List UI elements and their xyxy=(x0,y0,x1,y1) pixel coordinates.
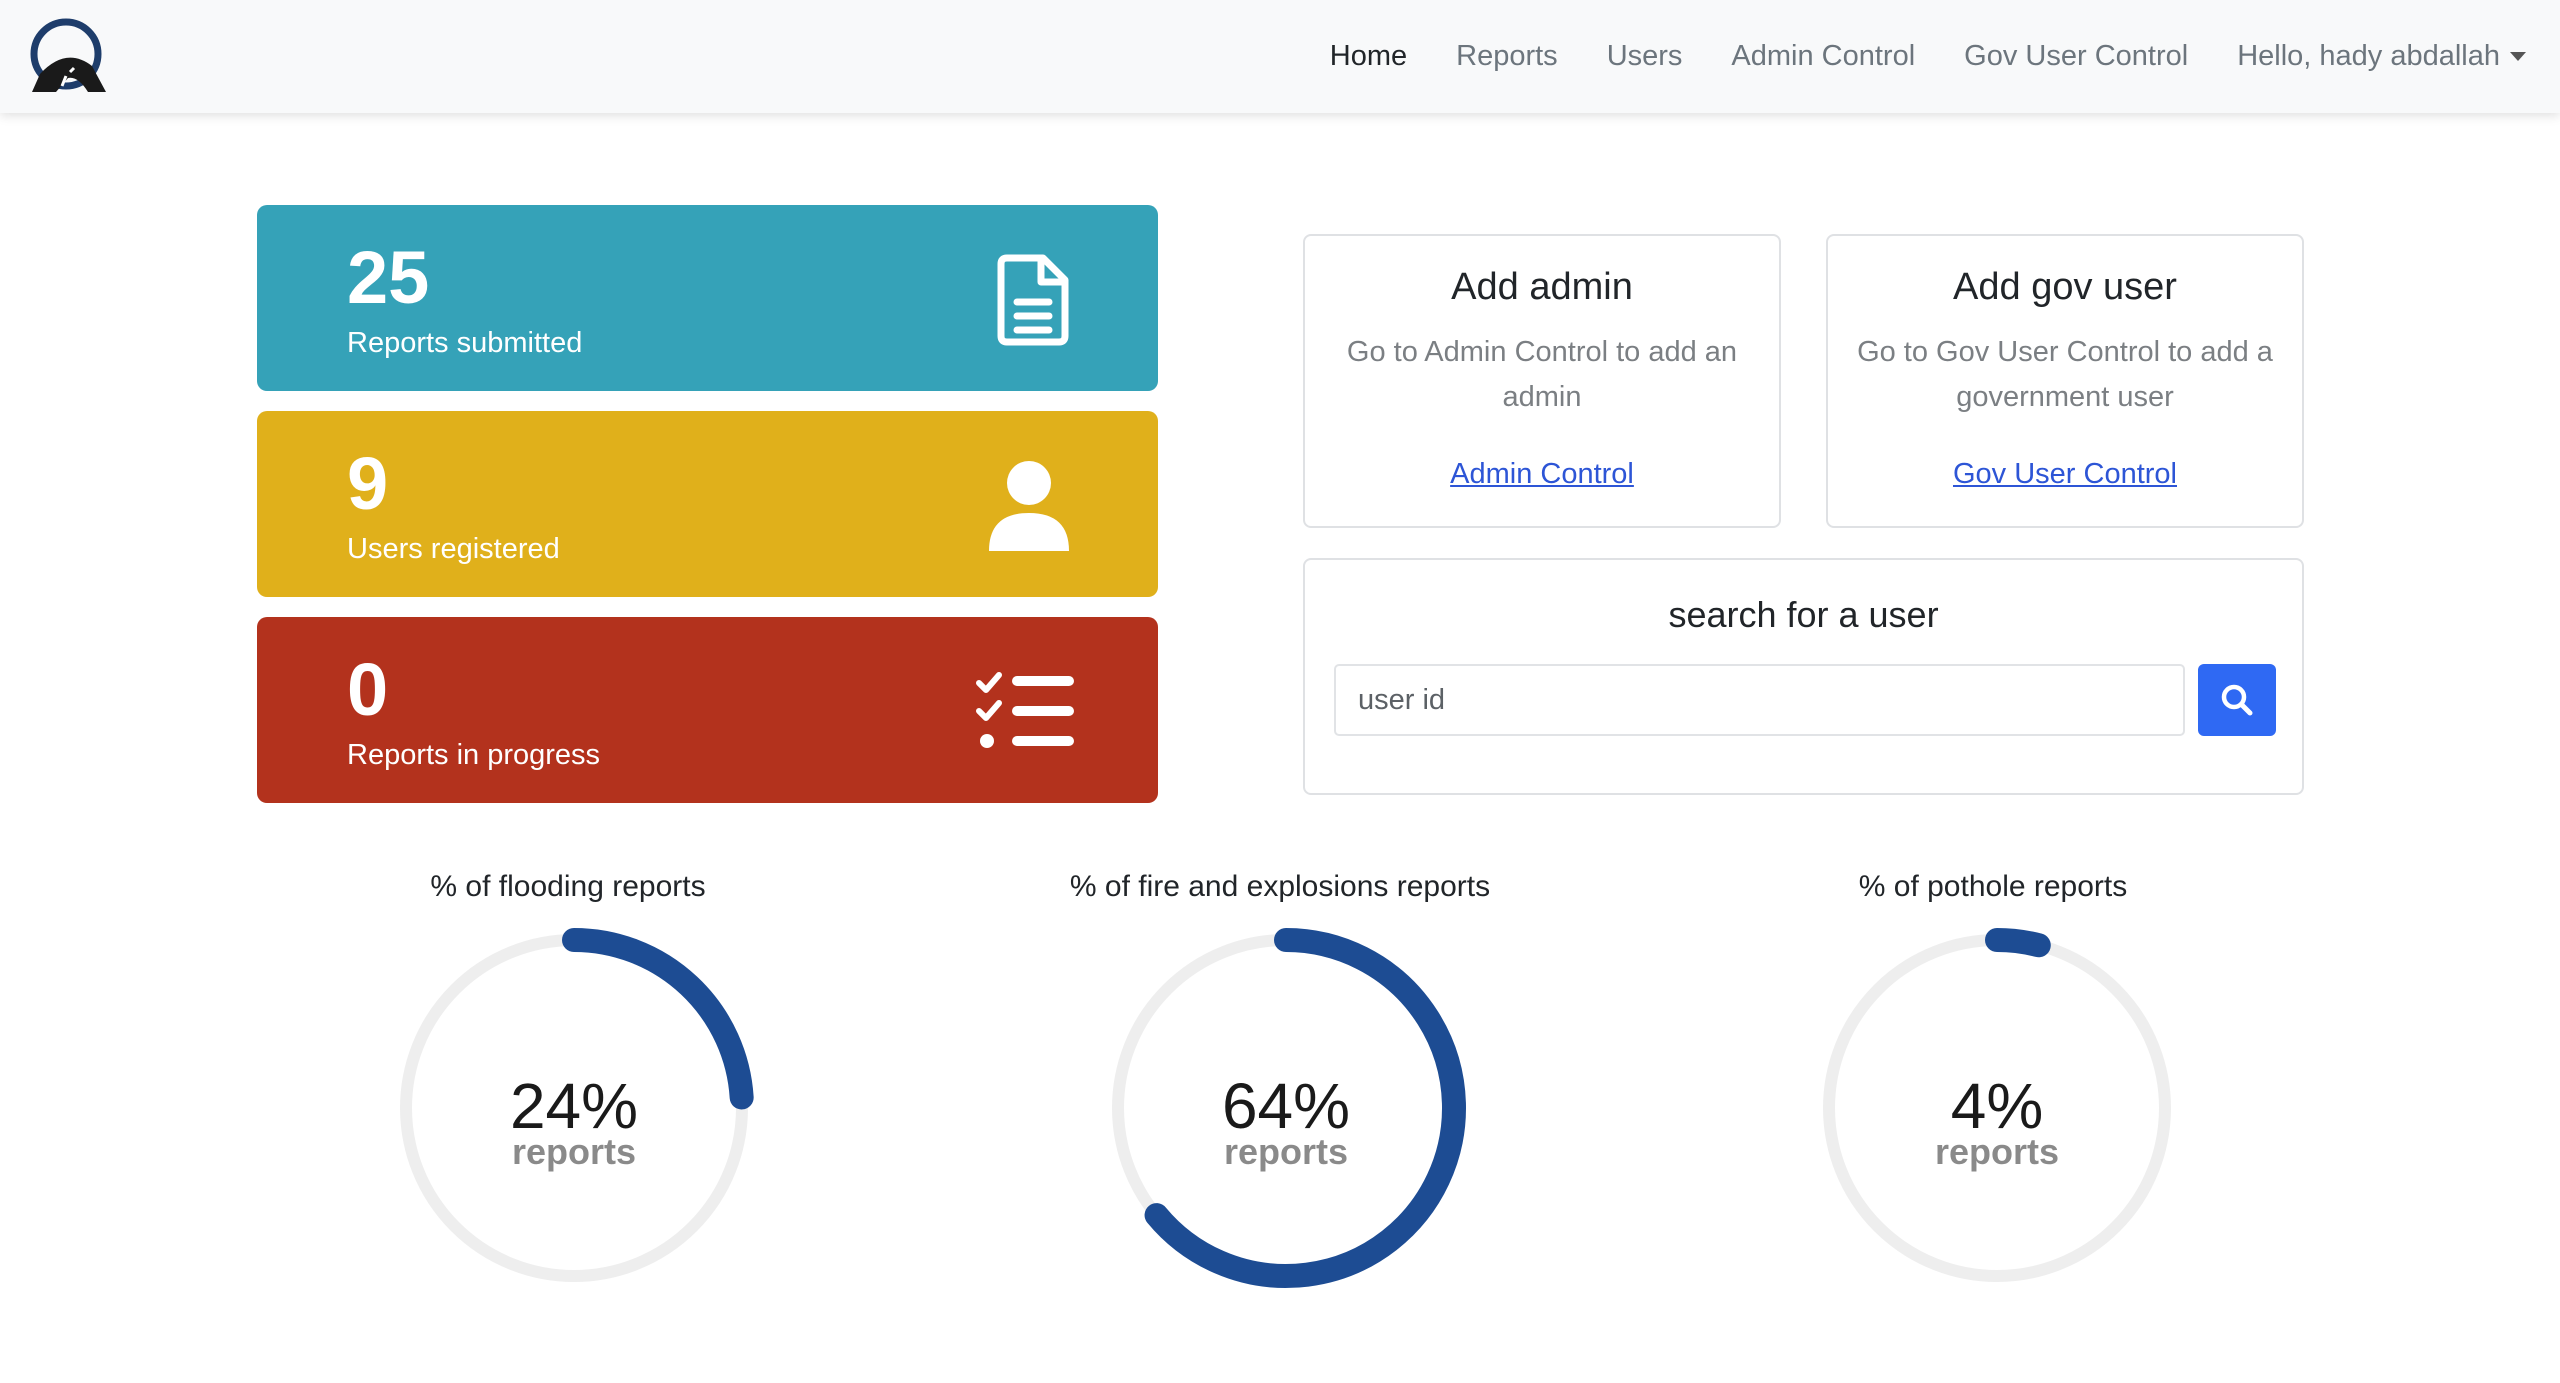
stat-label: Reports in progress xyxy=(347,739,601,771)
nav-home[interactable]: Home xyxy=(1330,40,1407,73)
add-admin-description: Go to Admin Control to add an admin xyxy=(1346,336,1738,413)
add-gov-user-card: Add gov user Go to Gov User Control to a… xyxy=(1826,234,2304,528)
gov-user-control-link[interactable]: Gov User Control xyxy=(1828,458,2302,491)
stat-card-reports-submitted: 25 Reports submitted xyxy=(257,205,1158,391)
nav-reports[interactable]: Reports xyxy=(1456,40,1558,73)
search-icon xyxy=(2221,684,2253,716)
search-title: search for a user xyxy=(1668,594,1939,635)
nav-links: Home Reports Users Admin Control Gov Use… xyxy=(1281,0,2526,113)
gauge-caption: reports xyxy=(1224,1131,1348,1172)
nav-users[interactable]: Users xyxy=(1607,40,1683,73)
user-id-search-input[interactable] xyxy=(1334,664,2185,736)
stat-label: Users registered xyxy=(347,533,560,565)
user-search-card: search for a user xyxy=(1303,558,2304,795)
user-menu-dropdown[interactable]: Hello, hady abdallah xyxy=(2237,40,2526,73)
add-gov-user-description: Go to Gov User Control to add a governme… xyxy=(1857,336,2273,413)
flooding-gauge: 24% reports xyxy=(400,928,754,1282)
admin-control-link[interactable]: Admin Control xyxy=(1305,458,1779,491)
pothole-gauge-title: % of pothole reports xyxy=(1858,870,2128,903)
pothole-gauge: 4% reports xyxy=(1823,928,2171,1282)
user-icon xyxy=(989,461,1069,551)
document-icon xyxy=(997,254,1069,346)
navbar: Home Reports Users Admin Control Gov Use… xyxy=(0,0,2560,113)
stat-value: 9 xyxy=(347,442,389,525)
stat-value: 0 xyxy=(347,648,389,731)
search-button[interactable] xyxy=(2198,664,2276,736)
fire-gauge-title: % of fire and explosions reports xyxy=(1069,870,1491,903)
stat-value: 25 xyxy=(347,236,430,319)
add-admin-card: Add admin Go to Admin Control to add an … xyxy=(1303,234,1781,528)
checklist-icon xyxy=(976,672,1074,748)
stat-label: Reports submitted xyxy=(347,327,583,359)
gauge-caption: reports xyxy=(1935,1131,2059,1172)
road-logo-icon[interactable] xyxy=(26,16,112,96)
user-greeting: Hello, hady abdallah xyxy=(2237,40,2500,72)
gauge-caption: reports xyxy=(512,1131,636,1172)
flooding-gauge-title: % of flooding reports xyxy=(430,870,706,903)
add-admin-title: Add admin xyxy=(1451,266,1633,308)
caret-down-icon xyxy=(2510,52,2526,61)
nav-gov-user-control[interactable]: Gov User Control xyxy=(1964,40,2188,73)
fire-explosions-gauge: 64% reports xyxy=(1112,928,1466,1288)
stat-card-users-registered: 9 Users registered xyxy=(257,411,1158,597)
add-gov-user-title: Add gov user xyxy=(1953,266,2177,308)
gauge-progress-arc xyxy=(1985,928,2051,958)
nav-admin-control[interactable]: Admin Control xyxy=(1731,40,1915,73)
stat-card-reports-in-progress: 0 Reports in progress xyxy=(257,617,1158,803)
